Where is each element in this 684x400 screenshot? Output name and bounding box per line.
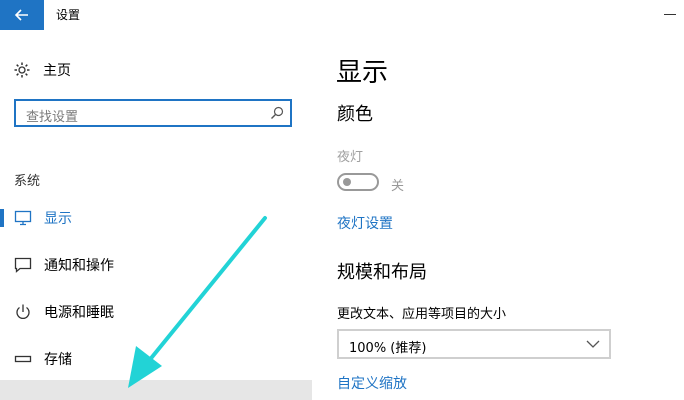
minimize-button[interactable] — [664, 14, 676, 15]
power-icon — [16, 304, 30, 319]
sidebar-item-display[interactable]: 显示 — [0, 206, 312, 230]
title-bar: 设置 — [0, 0, 684, 30]
notification-icon — [14, 257, 32, 273]
gear-icon — [14, 62, 30, 78]
sidebar-item-label: 存储 — [44, 352, 72, 368]
chevron-down-icon — [586, 340, 600, 348]
search-input[interactable]: 查找设置 — [14, 99, 292, 127]
color-heading: 颜色 — [337, 104, 373, 125]
selection-indicator — [0, 209, 4, 227]
scale-layout-heading: 规模和布局 — [337, 262, 427, 283]
sidebar-item-label: 显示 — [44, 211, 72, 227]
sidebar-home[interactable]: 主页 — [13, 60, 71, 80]
scale-caption: 更改文本、应用等项目的大小 — [337, 307, 507, 322]
scale-dropdown[interactable]: 100% (推荐) — [337, 329, 611, 359]
back-button[interactable] — [0, 0, 44, 30]
sidebar-item-notifications[interactable]: 通知和操作 — [0, 253, 312, 277]
toggle-state-text: 关 — [391, 179, 405, 194]
search-icon — [271, 106, 284, 119]
dropdown-value: 100% (推荐) — [349, 341, 427, 356]
sidebar-item-partial[interactable] — [0, 380, 312, 400]
custom-scaling-link[interactable]: 自定义缩放 — [337, 373, 407, 393]
sidebar-item-label: 电源和睡眠 — [44, 305, 114, 321]
sidebar-item-storage[interactable]: 存储 — [0, 347, 312, 371]
sidebar-item-power[interactable]: 电源和睡眠 — [0, 300, 312, 324]
night-light-settings-link[interactable]: 夜灯设置 — [337, 213, 393, 233]
back-arrow-icon — [14, 9, 28, 21]
home-label: 主页 — [43, 63, 71, 79]
sidebar-item-label: 通知和操作 — [44, 258, 114, 274]
storage-icon — [14, 355, 32, 363]
monitor-icon — [14, 210, 32, 226]
window-title: 设置 — [56, 8, 81, 22]
night-light-toggle[interactable] — [337, 173, 379, 191]
page-title: 显示 — [336, 58, 389, 88]
toggle-knob — [343, 178, 351, 186]
sidebar-section-label: 系统 — [14, 174, 41, 189]
night-light-label: 夜灯 — [337, 150, 364, 165]
search-placeholder: 查找设置 — [26, 110, 79, 125]
